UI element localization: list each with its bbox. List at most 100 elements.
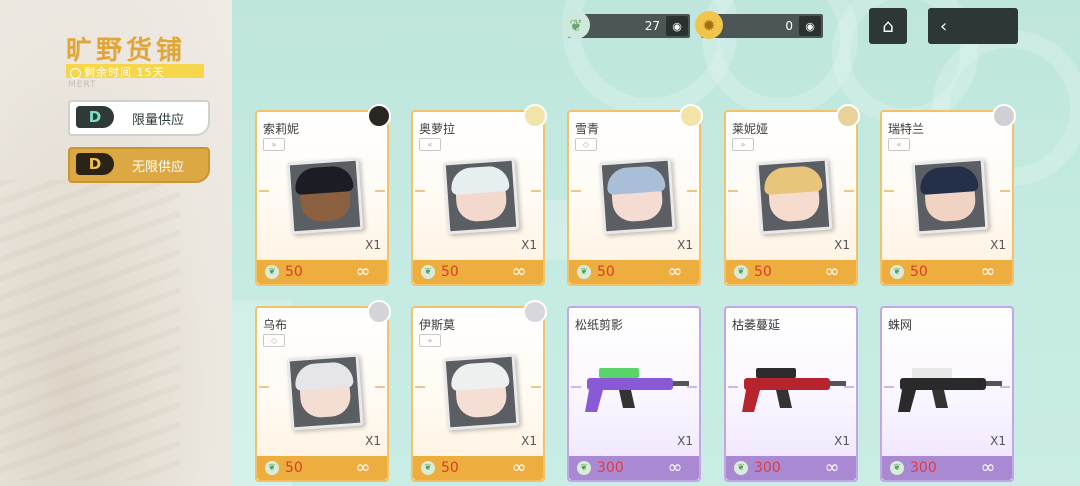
item-quantity: X1 xyxy=(365,238,381,252)
item-quantity: X1 xyxy=(990,238,1006,252)
price-bar: ❦ 50 ∞ xyxy=(569,260,699,284)
shop-title: 旷野货铺 xyxy=(66,36,187,66)
weapon-image xyxy=(898,368,1002,412)
side-marker xyxy=(531,386,541,388)
weapon-image xyxy=(742,368,846,412)
price-bar: ❦ 300 ∞ xyxy=(882,456,1012,480)
recycle-icon: ∞ xyxy=(667,457,683,478)
leaf-icon: ❦ xyxy=(734,265,748,279)
eye-icon[interactable]: ◉ xyxy=(799,16,821,36)
price-bar: ❦ 50 ∞ xyxy=(882,260,1012,284)
currency-value: 27 xyxy=(644,19,660,33)
gold-ore-icon: ✹ xyxy=(695,11,723,39)
recycle-icon: ∞ xyxy=(824,457,840,478)
price-bar: ❦ 300 ∞ xyxy=(726,456,856,480)
side-marker xyxy=(728,386,738,388)
item-quantity: X1 xyxy=(677,238,693,252)
tab-limited-supply[interactable]: D 限量供应 xyxy=(68,100,210,136)
reset-timer: 剩余时间 15天 xyxy=(70,64,165,80)
character-item-card[interactable]: 奥萝拉 « X1 ❦ 50 ∞ xyxy=(411,104,547,286)
avatar-icon xyxy=(523,300,547,324)
avatar-icon xyxy=(367,300,391,324)
character-portrait xyxy=(442,157,520,235)
side-marker xyxy=(1000,386,1010,388)
item-quantity: X1 xyxy=(990,434,1006,448)
recycle-icon: ∞ xyxy=(511,261,527,282)
currency-value: 0 xyxy=(785,19,793,33)
item-quantity: X1 xyxy=(365,434,381,448)
weapon-image xyxy=(585,368,689,412)
item-name: 松纸剪影 xyxy=(575,318,624,332)
item-price: 300 xyxy=(910,460,937,476)
side-marker xyxy=(1000,190,1010,192)
side-marker xyxy=(884,190,894,192)
tab-label: 限量供应 xyxy=(132,112,185,128)
side-marker xyxy=(415,190,425,192)
character-portrait xyxy=(755,157,833,235)
tab-label: 无限供应 xyxy=(132,159,185,175)
item-price: 50 xyxy=(597,264,615,280)
character-item-card[interactable]: 乌布 ◇ X1 ❦ 50 ∞ xyxy=(255,300,391,482)
recycle-icon: ∞ xyxy=(355,261,371,282)
price-bar: ❦ 50 ∞ xyxy=(726,260,856,284)
item-name: 索莉妮 xyxy=(263,122,300,136)
side-marker xyxy=(728,190,738,192)
item-name: 伊斯莫 xyxy=(419,318,456,332)
class-icon: « xyxy=(419,138,441,151)
leaf-icon: ❦ xyxy=(890,461,904,475)
side-marker xyxy=(571,190,581,192)
character-portrait xyxy=(442,353,520,431)
item-quantity: X1 xyxy=(521,434,537,448)
class-icon: « xyxy=(888,138,910,151)
item-price: 50 xyxy=(754,264,772,280)
avatar-icon xyxy=(523,104,547,128)
item-quantity: X1 xyxy=(834,434,850,448)
price-bar: ❦ 50 ∞ xyxy=(413,456,543,480)
character-portrait xyxy=(286,353,364,431)
character-item-card[interactable]: 雪青 ◇ X1 ❦ 50 ∞ xyxy=(567,104,703,286)
recycle-icon: ∞ xyxy=(667,261,683,282)
character-portrait xyxy=(286,157,364,235)
leaf-icon: ❦ xyxy=(734,461,748,475)
weapon-item-card[interactable]: 蛛网 X1 ❦ 300 ∞ xyxy=(880,306,1014,482)
tab-logo-icon: D xyxy=(76,153,120,177)
item-quantity: X1 xyxy=(834,238,850,252)
price-bar: ❦ 50 ∞ xyxy=(413,260,543,284)
avatar-icon xyxy=(836,104,860,128)
character-item-card[interactable]: 莱妮娅 » X1 ❦ 50 ∞ xyxy=(724,104,860,286)
class-icon: » xyxy=(732,138,754,151)
item-price: 50 xyxy=(910,264,928,280)
sub-mark: MERT xyxy=(68,80,97,90)
item-name: 瑞特兰 xyxy=(888,122,925,136)
recycle-icon: ∞ xyxy=(511,457,527,478)
avatar-icon xyxy=(992,104,1016,128)
item-price: 50 xyxy=(441,264,459,280)
side-marker xyxy=(531,190,541,192)
back-button[interactable]: ‹ xyxy=(928,8,1018,44)
character-item-card[interactable]: 伊斯莫 » X1 ❦ 50 ∞ xyxy=(411,300,547,482)
tab-logo-icon: D xyxy=(76,106,120,130)
weapon-item-card[interactable]: 枯萎蔓延 X1 ❦ 300 ∞ xyxy=(724,306,858,482)
eye-icon[interactable]: ◉ xyxy=(666,16,688,36)
character-item-card[interactable]: 索莉妮 » X1 ❦ 50 ∞ xyxy=(255,104,391,286)
leaf-icon: ❦ xyxy=(562,11,590,39)
side-marker xyxy=(844,190,854,192)
item-quantity: X1 xyxy=(521,238,537,252)
weapon-item-card[interactable]: 松纸剪影 X1 ❦ 300 ∞ xyxy=(567,306,701,482)
tab-unlimited-supply[interactable]: D 无限供应 xyxy=(68,147,210,183)
item-price: 300 xyxy=(754,460,781,476)
home-button[interactable]: ⌂ xyxy=(869,8,907,44)
class-icon: » xyxy=(419,334,441,347)
side-marker xyxy=(415,386,425,388)
price-bar: ❦ 300 ∞ xyxy=(569,456,699,480)
item-name: 蛛网 xyxy=(888,318,913,332)
leaf-icon: ❦ xyxy=(265,265,279,279)
price-bar: ❦ 50 ∞ xyxy=(257,260,387,284)
side-marker xyxy=(375,190,385,192)
back-icon: ‹ xyxy=(940,15,948,37)
character-item-card[interactable]: 瑞特兰 « X1 ❦ 50 ∞ xyxy=(880,104,1016,286)
home-icon: ⌂ xyxy=(882,15,894,37)
item-name: 雪青 xyxy=(575,122,600,136)
avatar-icon xyxy=(679,104,703,128)
reset-text: 剩余时间 15天 xyxy=(84,66,165,79)
